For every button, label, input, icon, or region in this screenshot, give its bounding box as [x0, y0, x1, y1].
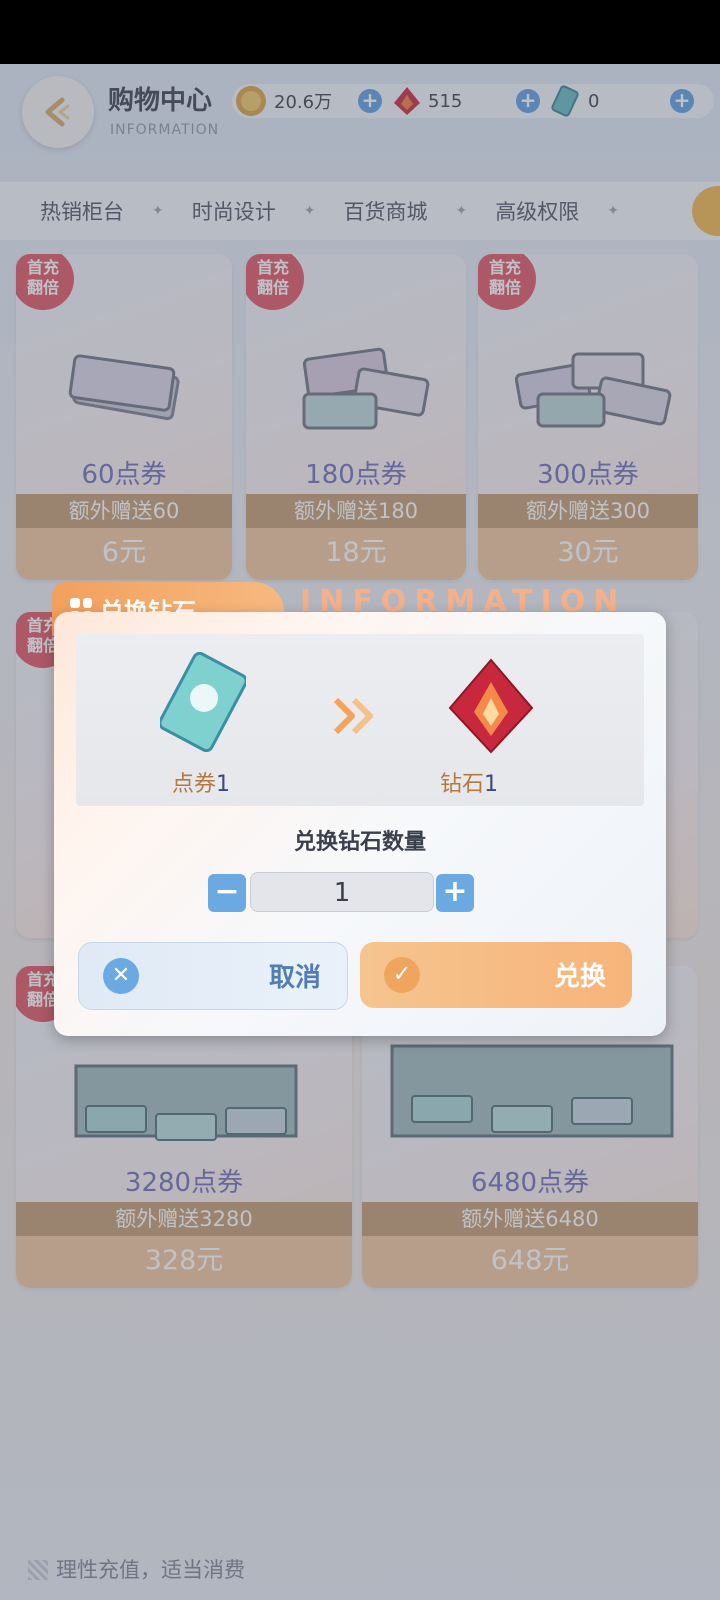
confirm-exchange-button[interactable]: ✓ 兑换 [360, 942, 632, 1008]
quantity-title: 兑换钻石数量 [293, 830, 426, 855]
voucher-ticket-icon [160, 652, 246, 752]
increase-quantity-button[interactable]: + [436, 874, 474, 912]
double-chevron-right-icon [333, 697, 373, 735]
check-icon: ✓ [384, 957, 420, 993]
exchange-diamond-dialog: 点券1 钻石1 兑换钻石数量 − 1 + ✕ 取消 ✓ 兑换 [54, 612, 666, 1036]
decrease-quantity-button[interactable]: − [208, 874, 246, 912]
confirm-label: 兑换 [553, 962, 606, 992]
hatch-icon [28, 1560, 48, 1580]
to-item-label: 钻石1 [440, 772, 499, 797]
close-icon: ✕ [103, 958, 139, 994]
from-item-label: 点券1 [172, 772, 231, 797]
diamond-gem-icon [448, 658, 534, 754]
quantity-input[interactable]: 1 [250, 872, 434, 912]
exchange-preview: 点券1 钻石1 [76, 634, 644, 806]
cancel-button[interactable]: ✕ 取消 [78, 942, 348, 1010]
cancel-label: 取消 [268, 963, 321, 993]
spending-reminder: 理性充值，适当消费 [28, 1554, 245, 1584]
shop-screen: 购物中心 INFORMATION 20.6万 + 515 + 0 + 热销柜台 … [0, 64, 720, 1600]
